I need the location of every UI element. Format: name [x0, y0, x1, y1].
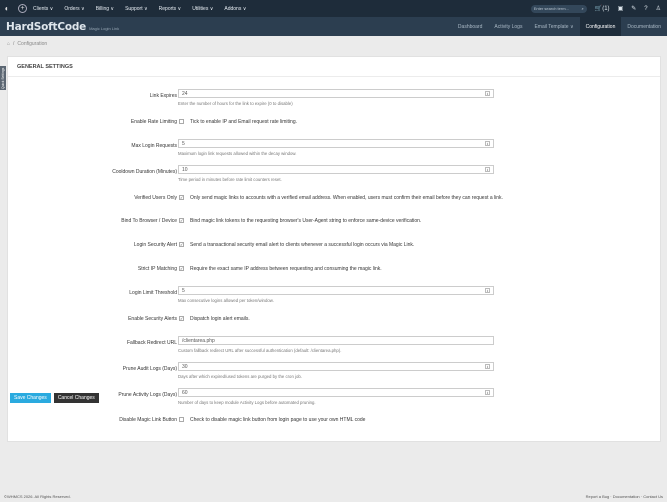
tab-activity-logs[interactable]: Activity Logs [488, 17, 528, 36]
setting-label: Prune Audit Logs (Days) [122, 366, 177, 372]
setting-label: Enable Security Alerts [128, 316, 177, 322]
prune-activity-logs-input[interactable]: 60 ⇕ [178, 388, 494, 397]
tab-documentation[interactable]: Documentation [621, 17, 667, 36]
help-text: Maximum login link requests allowed with… [178, 151, 297, 156]
module-bar: HardSoftCode Magic Login Link Dashboard … [0, 17, 667, 36]
help-icon[interactable]: ? [644, 6, 647, 12]
menu-reports[interactable]: Reports ∨ [159, 6, 182, 12]
checkbox-text: Send a transactional security email aler… [190, 242, 415, 248]
link-expires-input[interactable]: 24 ⇕ [178, 89, 494, 98]
spinner-icon[interactable]: ⇕ [485, 390, 490, 395]
setting-label: Login Security Alert [133, 242, 177, 248]
fallback-url-input[interactable]: /clientarea.php [178, 336, 494, 345]
max-login-requests-input[interactable]: 5 ⇕ [178, 139, 494, 148]
cart-count: (1) [602, 6, 610, 12]
menu-utilities[interactable]: Utilities ∨ [192, 6, 213, 12]
breadcrumb-current: Configuration [17, 41, 48, 47]
menu-orders[interactable]: Orders ∨ [64, 6, 84, 12]
topnav-right: Enter search term... ⌕ 🛒(1) ▣ ✎ ? ♙ [530, 4, 667, 13]
setting-label: Enable Rate Limiting [130, 119, 177, 125]
menu-clients[interactable]: Clients ∨ [33, 6, 53, 12]
menu-billing[interactable]: Billing ∨ [96, 6, 114, 12]
field-value: 5 [182, 140, 185, 147]
checkbox-text: Require the exact same IP address betwee… [190, 266, 382, 272]
spinner-icon[interactable]: ⇕ [485, 288, 490, 293]
cancel-changes-button[interactable]: Cancel Changes [53, 393, 99, 403]
tab-email-template[interactable]: Email Template ∨ [528, 17, 579, 36]
field-value: 5 [182, 287, 185, 294]
main-menu: Clients ∨ Orders ∨ Billing ∨ Support ∨ R… [33, 6, 246, 12]
side-panel-handle[interactable]: Quick Settings [0, 66, 6, 90]
form-actions: Save Changes Cancel Changes [10, 393, 99, 403]
spinner-icon[interactable]: ⇕ [485, 91, 490, 96]
user-icon[interactable]: ♙ [656, 5, 661, 12]
menu-addons[interactable]: Addons ∨ [224, 6, 246, 12]
spinner-icon[interactable]: ⇕ [485, 167, 490, 172]
top-navigation: ◐ + Clients ∨ Orders ∨ Billing ∨ Support… [0, 0, 667, 17]
setting-label: Verified Users Only [134, 195, 177, 201]
setting-label: Prune Activity Logs (Days) [118, 392, 177, 398]
setting-label: Max Login Requests [131, 143, 177, 149]
field-value: 30 [182, 363, 188, 370]
prune-audit-logs-input[interactable]: 30 ⇕ [178, 362, 494, 371]
setting-label: Strict IP Matching [137, 266, 177, 272]
setting-label: Link Expires [149, 93, 177, 99]
copyright: ©WHMCS 2026. All Rights Reserved. [4, 493, 71, 499]
search-icon: ⌕ [581, 6, 584, 11]
checkbox-text: Check to disable magic link button from … [190, 417, 366, 423]
help-text: Time period in minutes before rate limit… [178, 177, 282, 182]
search-placeholder: Enter search term... [533, 6, 569, 11]
breadcrumb-separator: / [13, 41, 15, 47]
checkbox-text: Tick to enable IP and Email request rate… [190, 119, 297, 125]
field-value: 10 [182, 166, 188, 173]
setting-label: Disable Magic Link Button [119, 417, 177, 423]
login-limit-threshold-input[interactable]: 5 ⇕ [178, 286, 494, 295]
footer-links[interactable]: Report a Bug · Documentation · Contact U… [586, 494, 663, 499]
cart-icon[interactable]: 🛒(1) [595, 5, 610, 12]
help-text: Custom fallback redirect URL after succe… [178, 348, 342, 353]
add-icon[interactable]: + [18, 4, 27, 13]
setting-label: Fallback Redirect URL [126, 340, 177, 346]
checkbox-text: Bind magic link tokens to the requesting… [190, 218, 422, 224]
tab-configuration[interactable]: Configuration [579, 17, 622, 36]
save-changes-button[interactable]: Save Changes [10, 393, 51, 403]
rate-limiting-checkbox[interactable] [179, 119, 184, 124]
spinner-icon[interactable]: ⇕ [485, 141, 490, 146]
cooldown-duration-input[interactable]: 10 ⇕ [178, 165, 494, 174]
help-text: Days after which expired/used tokens are… [178, 374, 302, 379]
help-text: Enter the number of hours for the link t… [178, 101, 293, 106]
strict-ip-checkbox[interactable]: ✓ [179, 266, 184, 271]
verified-users-checkbox[interactable]: ✓ [179, 195, 184, 200]
menu-support[interactable]: Support ∨ [125, 6, 148, 12]
setting-label: Cooldown Duration (Minutes) [112, 169, 177, 175]
setting-label: Login Limit Threshold [129, 290, 177, 296]
checkbox-text: Dispatch login alert emails. [190, 316, 250, 322]
spinner-icon[interactable]: ⇕ [485, 364, 490, 369]
setting-label: Bind To Browser / Device [121, 218, 177, 224]
notes-icon[interactable]: ▣ [618, 5, 624, 12]
search-input[interactable]: Enter search term... ⌕ [530, 4, 587, 13]
help-text: Max consecutive logins allowed per token… [178, 298, 274, 303]
login-security-alert-checkbox[interactable]: ✓ [179, 242, 184, 247]
whmcs-logo-icon[interactable]: ◐ [0, 0, 14, 17]
tab-dashboard[interactable]: Dashboard [452, 17, 488, 36]
panel-heading: GENERAL SETTINGS [8, 57, 660, 77]
bind-browser-checkbox[interactable]: ✓ [179, 218, 184, 223]
breadcrumb: ⌂ / Configuration [7, 41, 47, 47]
security-alerts-checkbox[interactable]: ✓ [179, 316, 184, 321]
disable-button-checkbox[interactable] [179, 417, 184, 422]
checkbox-text: Only send magic links to accounts with a… [190, 195, 503, 201]
module-subtitle: Magic Login Link [89, 25, 120, 31]
module-title: HardSoftCode [6, 20, 87, 33]
help-text: Number of days to keep module Activity L… [178, 400, 316, 405]
field-value: 60 [182, 389, 188, 396]
home-icon[interactable]: ⌂ [7, 41, 10, 47]
field-value: 24 [182, 90, 188, 97]
wrench-icon[interactable]: ✎ [631, 5, 636, 12]
module-tabs: Dashboard Activity Logs Email Template ∨… [452, 17, 667, 36]
settings-panel: GENERAL SETTINGS Link Expires 24 ⇕ Enter … [7, 56, 661, 442]
footer: ©WHMCS 2026. All Rights Reserved. Report… [0, 490, 667, 502]
field-value: /clientarea.php [182, 337, 215, 344]
